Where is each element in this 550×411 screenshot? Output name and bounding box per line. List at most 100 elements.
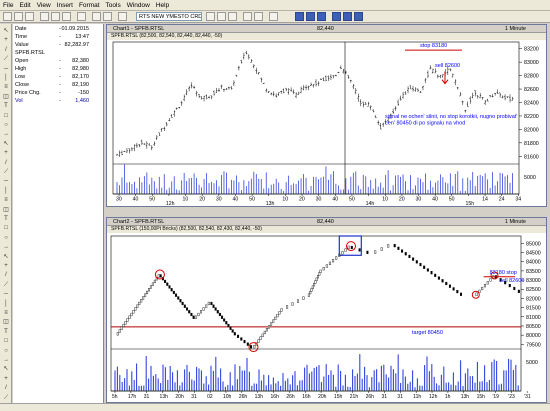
layout-icon[interactable]	[343, 12, 352, 21]
bar-chart-icon[interactable]	[206, 12, 215, 21]
chart2-canvas[interactable]: 79500 80000 80500 81000 81500 82000 82500 83000…	[107, 233, 546, 402]
ellipse-tool-icon[interactable]: ○	[1, 121, 11, 130]
chart2-brick-up	[328, 261, 331, 265]
candle-chart-icon[interactable]	[217, 12, 226, 21]
chart2-x-tick-label: 16h	[271, 394, 280, 400]
paste-icon[interactable]	[62, 12, 71, 21]
window-vertical-icon[interactable]	[317, 12, 326, 21]
chart1-x-tick-label: 50	[349, 197, 355, 203]
symbol-input[interactable]: RTS NEW YMESTO CRDSX	[136, 12, 202, 21]
chart2-brick-up	[286, 305, 289, 309]
cut-icon[interactable]	[40, 12, 49, 21]
chart2-brick-up	[128, 315, 131, 319]
zoom-tool-icon[interactable]: ≡	[1, 196, 11, 205]
data-row-value: Value -82,282.97	[15, 42, 103, 49]
window-cascade-icon[interactable]	[306, 12, 315, 21]
ray-tool-icon[interactable]: ⟋	[1, 55, 11, 64]
window-tile-icon[interactable]	[295, 12, 304, 21]
eraser-tool-icon[interactable]: ─	[1, 177, 11, 186]
zoom-in-icon[interactable]	[243, 12, 252, 21]
measure-tool-icon[interactable]: ○	[1, 234, 11, 243]
pitchfork-tool-icon[interactable]: /	[1, 159, 11, 168]
line2-tool-icon[interactable]: →	[1, 243, 11, 252]
crosshair-tool-icon[interactable]: +	[1, 36, 11, 45]
chart1-canvas[interactable]: 81600 81800 82000 82200 82400 82600 82800 83000…	[107, 40, 546, 206]
new-icon[interactable]	[3, 12, 12, 21]
horizontal-line-tool-icon[interactable]: ─	[1, 65, 11, 74]
x2-tool-icon[interactable]: ↖	[1, 365, 11, 374]
chart2-brick-up	[199, 310, 202, 314]
clock-tool-icon[interactable]: ○	[1, 347, 11, 356]
chart2-brick-down	[223, 318, 226, 322]
chart1-x-tick-label: 30	[316, 197, 322, 203]
open-icon[interactable]	[14, 12, 23, 21]
arrow-tool-icon[interactable]: →	[1, 130, 11, 139]
chart2-window: Chart2 - SPFB.RTSL 82,440 1 Minute SPFB.…	[106, 217, 547, 403]
rectangle-tool-icon[interactable]: □	[1, 112, 11, 121]
save-icon[interactable]	[25, 12, 34, 21]
undo-icon[interactable]	[92, 12, 101, 21]
x5-tool-icon[interactable]: ⟋	[1, 394, 11, 403]
settings-tool-icon[interactable]: ◫	[1, 318, 11, 327]
gann-tool-icon[interactable]: +	[1, 149, 11, 158]
label-tool-icon[interactable]: T	[1, 215, 11, 224]
ruler-tool-icon[interactable]: □	[1, 337, 11, 346]
menu-item-insert[interactable]: Insert	[54, 0, 76, 10]
chart2-x-tick-label: 26h	[239, 394, 248, 400]
chart2-brick-up	[194, 315, 197, 319]
copy-icon[interactable]	[51, 12, 60, 21]
chart1-x-tick-label: 50	[449, 197, 455, 203]
pan-tool-icon[interactable]: ◫	[1, 206, 11, 215]
chart2-brick-down	[456, 290, 459, 294]
data-row-time: Time - 13:47	[15, 34, 103, 41]
abc-text-tool-icon[interactable]: ↖	[1, 140, 11, 149]
zoom-out-icon[interactable]	[254, 12, 263, 21]
chart1-x-tick-label: 20	[299, 197, 305, 203]
text-tool-icon[interactable]: T	[1, 102, 11, 111]
chart2-x-tick-label: 26h	[366, 394, 375, 400]
menu-item-window[interactable]: Window	[124, 0, 153, 10]
fibonacci-tool-icon[interactable]: ◫	[1, 93, 11, 102]
menu-item-help[interactable]: Help	[153, 0, 172, 10]
menu-item-tools[interactable]: Tools	[103, 0, 124, 10]
chart2-brick-up	[126, 318, 129, 322]
chart2-series-bar: SPFB.RTSL (150,00Pt Bricks) (82,500, 82,…	[107, 226, 546, 233]
chart2-brick-down	[358, 248, 361, 252]
redo-icon[interactable]	[103, 12, 112, 21]
cycle-tool-icon[interactable]: ⟋	[1, 168, 11, 177]
channel-tool-icon[interactable]: ≡	[1, 83, 11, 92]
menu-item-view[interactable]: View	[34, 0, 54, 10]
chart-icon[interactable]	[118, 12, 127, 21]
menu-item-format[interactable]: Format	[76, 0, 103, 10]
brush-tool-icon[interactable]: ↖	[1, 253, 11, 262]
delete-tool-icon[interactable]: ≡	[1, 309, 11, 318]
data-label: Close	[15, 82, 30, 88]
grid2-tool-icon[interactable]: T	[1, 328, 11, 337]
grid-icon[interactable]	[332, 12, 341, 21]
print-icon[interactable]	[77, 12, 86, 21]
pointer-tool-icon[interactable]: ↖	[1, 27, 11, 36]
chart2-brick-up	[157, 274, 160, 278]
triangle-tool-icon[interactable]: +	[1, 262, 11, 271]
chart2-brick-up	[486, 281, 489, 285]
x3-tool-icon[interactable]: +	[1, 375, 11, 384]
magnet-tool-icon[interactable]: │	[1, 187, 11, 196]
chart1-x-tick-label: 40	[332, 197, 338, 203]
hide-tool-icon[interactable]: │	[1, 300, 11, 309]
lock-tool-icon[interactable]: ⟋	[1, 281, 11, 290]
menu-item-edit[interactable]: Edit	[16, 0, 33, 10]
chart2-brick-up	[374, 250, 377, 254]
abc3-tool-icon[interactable]: ─	[1, 290, 11, 299]
x4-tool-icon[interactable]: /	[1, 384, 11, 393]
menu-item-file[interactable]: File	[0, 0, 16, 10]
abc-label-tool-icon[interactable]: □	[1, 224, 11, 233]
options-icon[interactable]	[354, 12, 363, 21]
chart1-x-tick-label: 50	[249, 197, 255, 203]
vertical-line-tool-icon[interactable]: │	[1, 74, 11, 83]
trendline-tool-icon[interactable]: /	[1, 46, 11, 55]
indicator-icon[interactable]	[269, 12, 278, 21]
x1-tool-icon[interactable]: →	[1, 356, 11, 365]
data-separator: -	[59, 90, 61, 96]
line-chart-icon[interactable]	[228, 12, 237, 21]
polyline-tool-icon[interactable]: /	[1, 271, 11, 280]
